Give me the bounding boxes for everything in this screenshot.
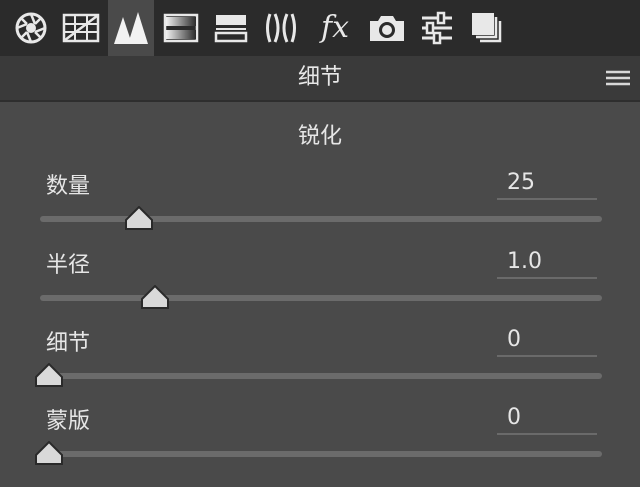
tab-detail[interactable]: [108, 0, 154, 56]
slider-track[interactable]: [40, 206, 602, 230]
tab-effects[interactable]: fx: [312, 0, 358, 56]
tab-snapshots[interactable]: [464, 0, 510, 56]
hamburger-menu-icon[interactable]: [606, 69, 630, 87]
grid-icon: [62, 13, 100, 43]
detail-triangles-icon: [114, 12, 148, 44]
slider-track[interactable]: [35, 363, 602, 387]
slider-value-input[interactable]: 25: [497, 166, 597, 200]
panel-header: 细节: [0, 56, 640, 102]
slider-label: 蒙版: [46, 409, 91, 434]
slider-thumb[interactable]: [34, 441, 64, 465]
panel-title: 细节: [297, 65, 342, 90]
tab-split-toning[interactable]: [208, 0, 254, 56]
tab-basic[interactable]: [8, 0, 54, 56]
slider-label: 半径: [46, 253, 91, 278]
panel-tab-toolbar: fx: [0, 0, 640, 56]
sliders-icon: [422, 11, 452, 45]
split-bars-icon: [214, 15, 248, 43]
slider-thumb[interactable]: [140, 285, 170, 309]
slider-thumb[interactable]: [34, 363, 64, 387]
tab-presets[interactable]: [414, 0, 460, 56]
lens-icon: [266, 13, 296, 43]
section-title-sharpening: 锐化: [297, 124, 342, 149]
slider-track[interactable]: [40, 285, 602, 309]
tab-hsl[interactable]: [158, 0, 204, 56]
slider-label: 细节: [46, 331, 91, 356]
camera-icon: [370, 16, 404, 41]
slider-value-input[interactable]: 1.0: [497, 245, 597, 279]
tab-camera-calibration[interactable]: [364, 0, 410, 56]
slider-value-input[interactable]: 0: [497, 323, 597, 357]
slider-value-input[interactable]: 0: [497, 401, 597, 435]
slider-thumb[interactable]: [124, 206, 154, 230]
gradient-bars-icon: [163, 13, 199, 43]
slider-label: 数量: [46, 174, 91, 199]
fx-icon: fx: [320, 10, 350, 45]
aperture-icon: [15, 12, 47, 44]
slider-track[interactable]: [35, 441, 602, 465]
tab-tone-curve[interactable]: [58, 0, 104, 56]
stack-icon: [472, 13, 502, 43]
tab-lens-corrections[interactable]: [258, 0, 304, 56]
